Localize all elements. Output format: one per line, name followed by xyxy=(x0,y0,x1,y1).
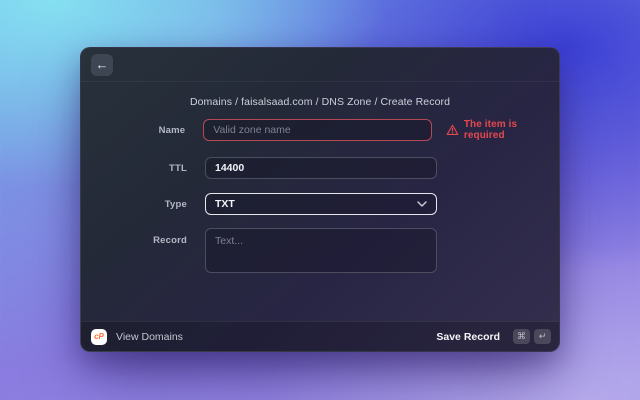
create-record-modal: ← Domains / faisalsaad.com / DNS Zone / … xyxy=(80,47,560,352)
back-button[interactable]: ← xyxy=(91,54,113,76)
view-domains-link[interactable]: View Domains xyxy=(116,331,183,343)
save-record-button[interactable]: Save Record xyxy=(436,331,500,343)
return-key-icon: ↵ xyxy=(534,329,551,344)
form-row-record: Record xyxy=(81,228,559,273)
type-select-value: TXT xyxy=(215,198,235,210)
name-error-message: The item is required xyxy=(446,119,559,141)
record-label: Record xyxy=(153,235,187,246)
form-row-ttl: TTL xyxy=(81,157,559,179)
modal-header: ← xyxy=(81,48,559,82)
form-row-name: Name The item is required xyxy=(81,119,559,141)
command-key-icon: ⌘ xyxy=(513,329,530,344)
type-label: Type xyxy=(164,198,187,210)
ttl-label: TTL xyxy=(168,162,187,174)
name-label: Name xyxy=(158,124,186,136)
breadcrumb: Domains / faisalsaad.com / DNS Zone / Cr… xyxy=(189,96,451,108)
record-textarea[interactable] xyxy=(205,228,437,273)
name-error-text: The item is required xyxy=(463,119,518,141)
chevron-down-icon xyxy=(417,201,427,207)
cpanel-logo-icon: cP xyxy=(91,328,107,345)
modal-footer: cP View Domains Save Record ⌘ ↵ xyxy=(81,321,559,351)
ttl-input[interactable] xyxy=(205,157,437,179)
type-select[interactable]: TXT xyxy=(205,193,437,215)
arrow-left-icon: ← xyxy=(95,57,109,72)
form-row-type: Type TXT xyxy=(81,193,559,215)
name-input[interactable] xyxy=(203,119,432,141)
warning-triangle-icon xyxy=(446,124,459,135)
cpanel-logo-text: cP xyxy=(94,332,104,341)
